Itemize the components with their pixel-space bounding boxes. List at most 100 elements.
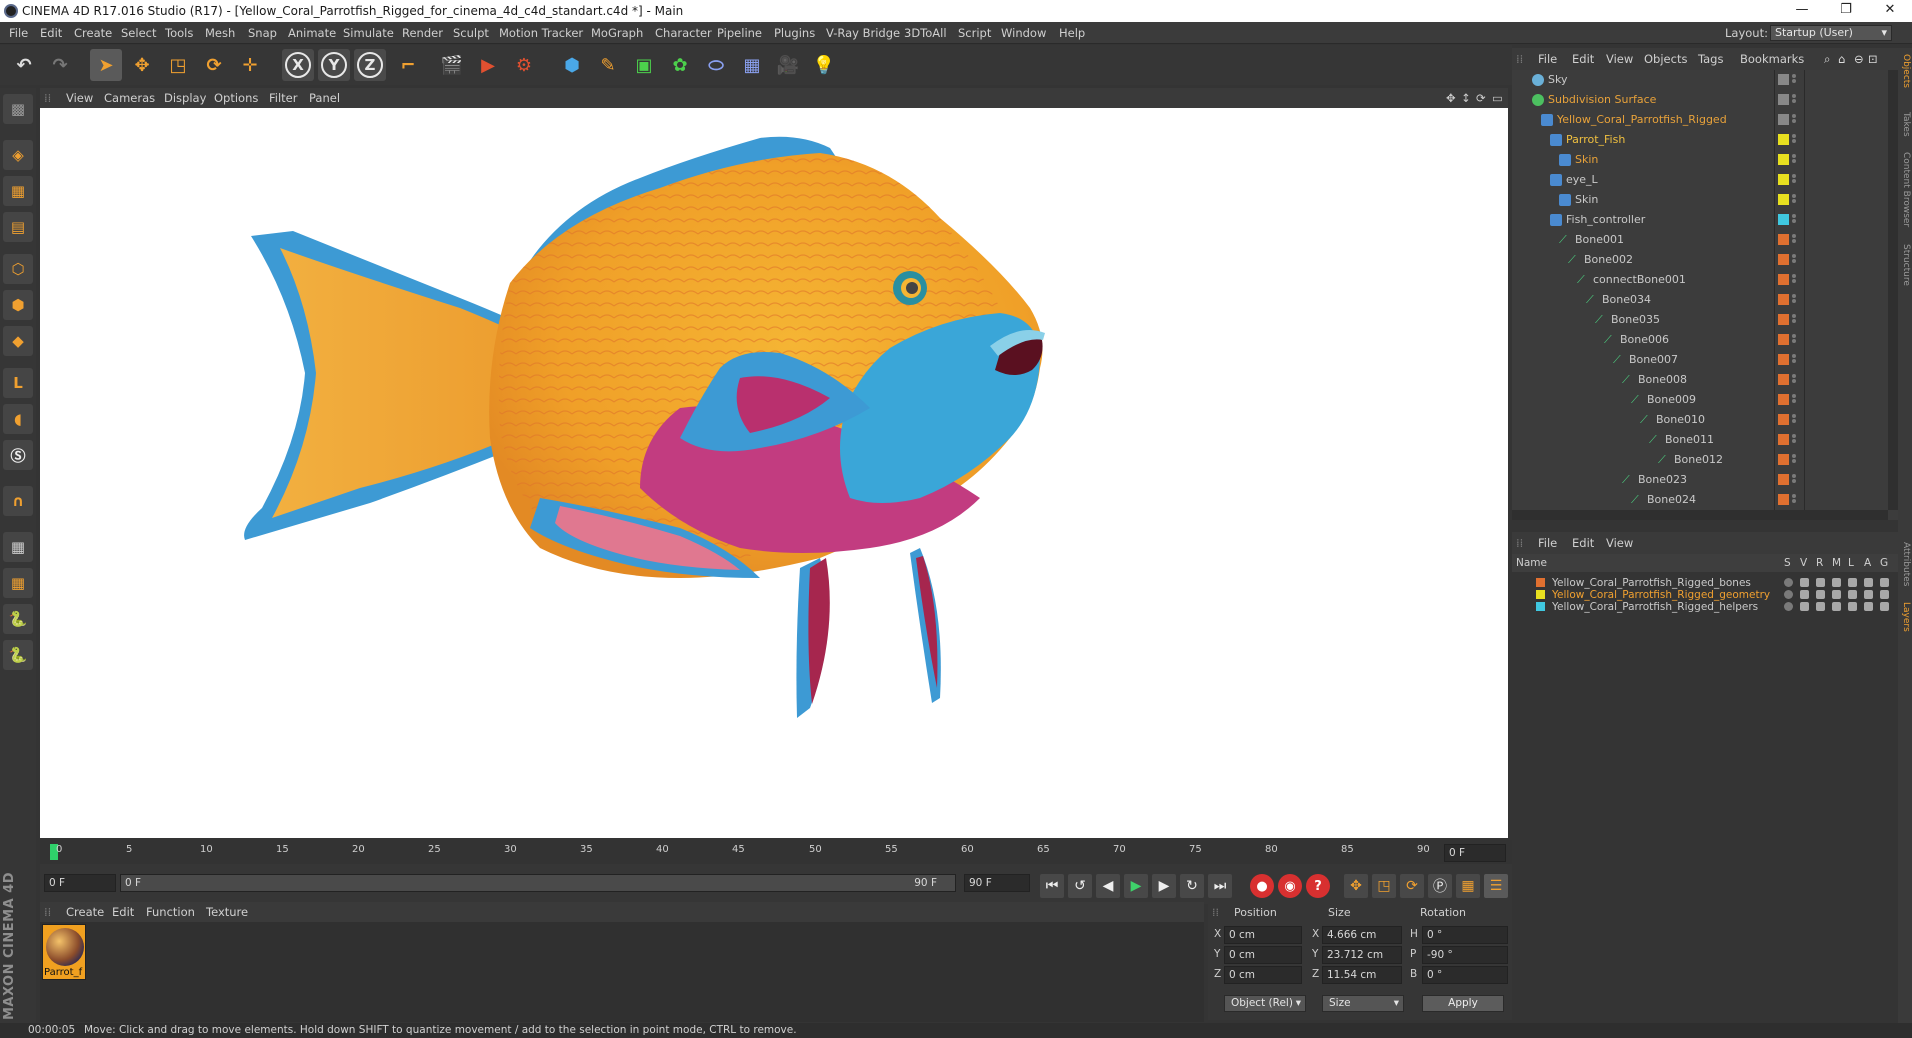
axis-mode-button[interactable]: L xyxy=(3,368,33,398)
side-tab-attributes[interactable]: Attributes xyxy=(1899,542,1911,586)
y-axis-button[interactable]: Y xyxy=(318,49,350,81)
menu-tools[interactable]: Tools xyxy=(165,26,193,40)
restore-button[interactable]: ❐ xyxy=(1824,2,1868,20)
layer-color-swatch[interactable] xyxy=(1778,254,1789,265)
layer-flag-toggle[interactable] xyxy=(1800,578,1809,587)
menu-motion-tracker[interactable]: Motion Tracker xyxy=(499,26,583,40)
menu-script[interactable]: Script xyxy=(958,26,991,40)
menu-vray-bridge[interactable]: V-Ray Bridge xyxy=(826,26,900,40)
rotate-tool-button[interactable]: ⟳ xyxy=(198,49,230,81)
object-row[interactable]: eye_L xyxy=(1512,170,1886,190)
object-row[interactable]: Yellow_Coral_Parrotfish_Rigged xyxy=(1512,110,1886,130)
apply-button[interactable]: Apply xyxy=(1422,995,1504,1012)
visibility-dots-icon[interactable] xyxy=(1792,373,1798,387)
menu-snap[interactable]: Snap xyxy=(248,26,277,40)
side-tab-layers[interactable]: Layers xyxy=(1899,602,1911,632)
coordinate-system-button[interactable]: ⌐ xyxy=(392,49,424,81)
close-button[interactable]: ✕ xyxy=(1868,2,1912,20)
layer-color-swatch[interactable] xyxy=(1778,494,1789,505)
object-row[interactable]: Parrot_Fish xyxy=(1512,130,1886,150)
lm-menu-edit[interactable]: Edit xyxy=(1572,536,1594,550)
prev-key-button[interactable]: ↺ xyxy=(1068,874,1092,898)
object-row[interactable]: ⟋ Bone001 xyxy=(1512,230,1886,250)
viewport-menu-display[interactable]: Display xyxy=(164,91,206,105)
viewport-menu-cameras[interactable]: Cameras xyxy=(104,91,155,105)
minimize-button[interactable]: — xyxy=(1780,2,1824,20)
layer-color-swatch[interactable] xyxy=(1778,194,1789,205)
keyframe-selection-button[interactable]: ? xyxy=(1306,874,1330,898)
om-vertical-scrollbar[interactable] xyxy=(1888,70,1898,510)
visibility-dots-icon[interactable] xyxy=(1792,213,1798,227)
om-menu-view[interactable]: View xyxy=(1606,52,1633,66)
menu-render[interactable]: Render xyxy=(402,26,443,40)
object-row[interactable]: ⟋ Bone010 xyxy=(1512,410,1886,430)
object-row[interactable]: ⟋ Bone012 xyxy=(1512,450,1886,470)
timeline-window-button[interactable]: ☰ xyxy=(1484,874,1508,898)
material-menu-function[interactable]: Function xyxy=(146,905,195,919)
visibility-dots-icon[interactable] xyxy=(1792,193,1798,207)
object-row[interactable]: ⟋ Bone035 xyxy=(1512,310,1886,330)
layer-color-swatch[interactable] xyxy=(1778,214,1789,225)
layer-color-swatch[interactable] xyxy=(1778,374,1789,385)
menu-file[interactable]: File xyxy=(9,26,28,40)
floor-button[interactable]: ▦ xyxy=(736,49,768,81)
layer-flag-toggle[interactable] xyxy=(1784,602,1793,611)
recent-tool-button[interactable]: ✛ xyxy=(234,49,266,81)
layer-color-swatch[interactable] xyxy=(1778,174,1789,185)
layer-color-swatch[interactable] xyxy=(1536,602,1545,611)
visibility-dots-icon[interactable] xyxy=(1792,253,1798,267)
solo-button[interactable]: Ⓢ xyxy=(3,440,33,470)
layer-flag-toggle[interactable] xyxy=(1864,578,1873,587)
visibility-dots-icon[interactable] xyxy=(1792,453,1798,467)
menu-help[interactable]: Help xyxy=(1059,26,1085,40)
rot-h-field[interactable]: 0 ° xyxy=(1422,926,1508,944)
size-z-field[interactable]: 11.54 cm xyxy=(1322,966,1402,984)
visibility-dots-icon[interactable] xyxy=(1792,413,1798,427)
3d-viewport[interactable] xyxy=(40,108,1508,838)
workplane-align-button[interactable]: ▦ xyxy=(3,568,33,598)
visibility-dots-icon[interactable] xyxy=(1792,353,1798,367)
layer-color-swatch[interactable] xyxy=(1778,154,1789,165)
object-row[interactable]: Subdivision Surface xyxy=(1512,90,1886,110)
coordinate-mode-select[interactable]: Object (Rel) ▾ xyxy=(1224,995,1306,1012)
menu-edit[interactable]: Edit xyxy=(40,26,62,40)
menu-animate[interactable]: Animate xyxy=(288,26,336,40)
model-mode-button[interactable]: ◈ xyxy=(3,140,33,170)
undo-button[interactable]: ↶ xyxy=(8,49,40,81)
menu-character[interactable]: Character xyxy=(655,26,712,40)
visibility-dots-icon[interactable] xyxy=(1792,133,1798,147)
menu-simulate[interactable]: Simulate xyxy=(343,26,394,40)
viewport-maximize-icon[interactable]: ▭ xyxy=(1492,91,1503,105)
visibility-dots-icon[interactable] xyxy=(1792,473,1798,487)
python-script-button[interactable]: 🐍 xyxy=(3,604,33,634)
object-row[interactable]: ⟋ Bone023 xyxy=(1512,470,1886,490)
key-param-button[interactable]: Ⓟ xyxy=(1428,874,1452,898)
live-selection-button[interactable]: ➤ xyxy=(90,49,122,81)
pos-y-field[interactable]: 0 cm xyxy=(1224,946,1302,964)
layer-flag-toggle[interactable] xyxy=(1800,590,1809,599)
layer-flag-toggle[interactable] xyxy=(1800,602,1809,611)
side-tab-takes[interactable]: Takes xyxy=(1899,112,1911,137)
auto-key-button[interactable]: ◉ xyxy=(1278,874,1302,898)
render-picture-viewer-button[interactable]: ▶ xyxy=(472,49,504,81)
material-menu-texture[interactable]: Texture xyxy=(206,905,248,919)
menu-select[interactable]: Select xyxy=(121,26,156,40)
object-row[interactable]: Sky xyxy=(1512,70,1886,90)
layer-color-swatch[interactable] xyxy=(1778,354,1789,365)
object-row[interactable]: ⟋ Bone011 xyxy=(1512,430,1886,450)
visibility-dots-icon[interactable] xyxy=(1792,93,1798,107)
next-frame-button[interactable]: ▶ xyxy=(1152,874,1176,898)
viewport-rotate-icon[interactable]: ⟳ xyxy=(1476,91,1486,105)
layer-color-swatch[interactable] xyxy=(1778,94,1789,105)
om-menu-edit[interactable]: Edit xyxy=(1572,52,1594,66)
layer-color-swatch[interactable] xyxy=(1778,334,1789,345)
render-view-button[interactable]: 🎬 xyxy=(436,49,468,81)
layer-color-swatch[interactable] xyxy=(1778,294,1789,305)
material-swatch[interactable]: Parrot_f xyxy=(42,924,86,980)
viewport-menu-filter[interactable]: Filter xyxy=(269,91,297,105)
menu-plugins[interactable]: Plugins xyxy=(774,26,815,40)
go-to-start-button[interactable]: ⏮ xyxy=(1040,874,1064,898)
layer-flag-toggle[interactable] xyxy=(1880,578,1889,587)
timeline-ruler[interactable]: 0 5 10 15 20 25 30 35 40 45 50 55 60 65 … xyxy=(40,840,1512,864)
layer-flag-toggle[interactable] xyxy=(1816,602,1825,611)
